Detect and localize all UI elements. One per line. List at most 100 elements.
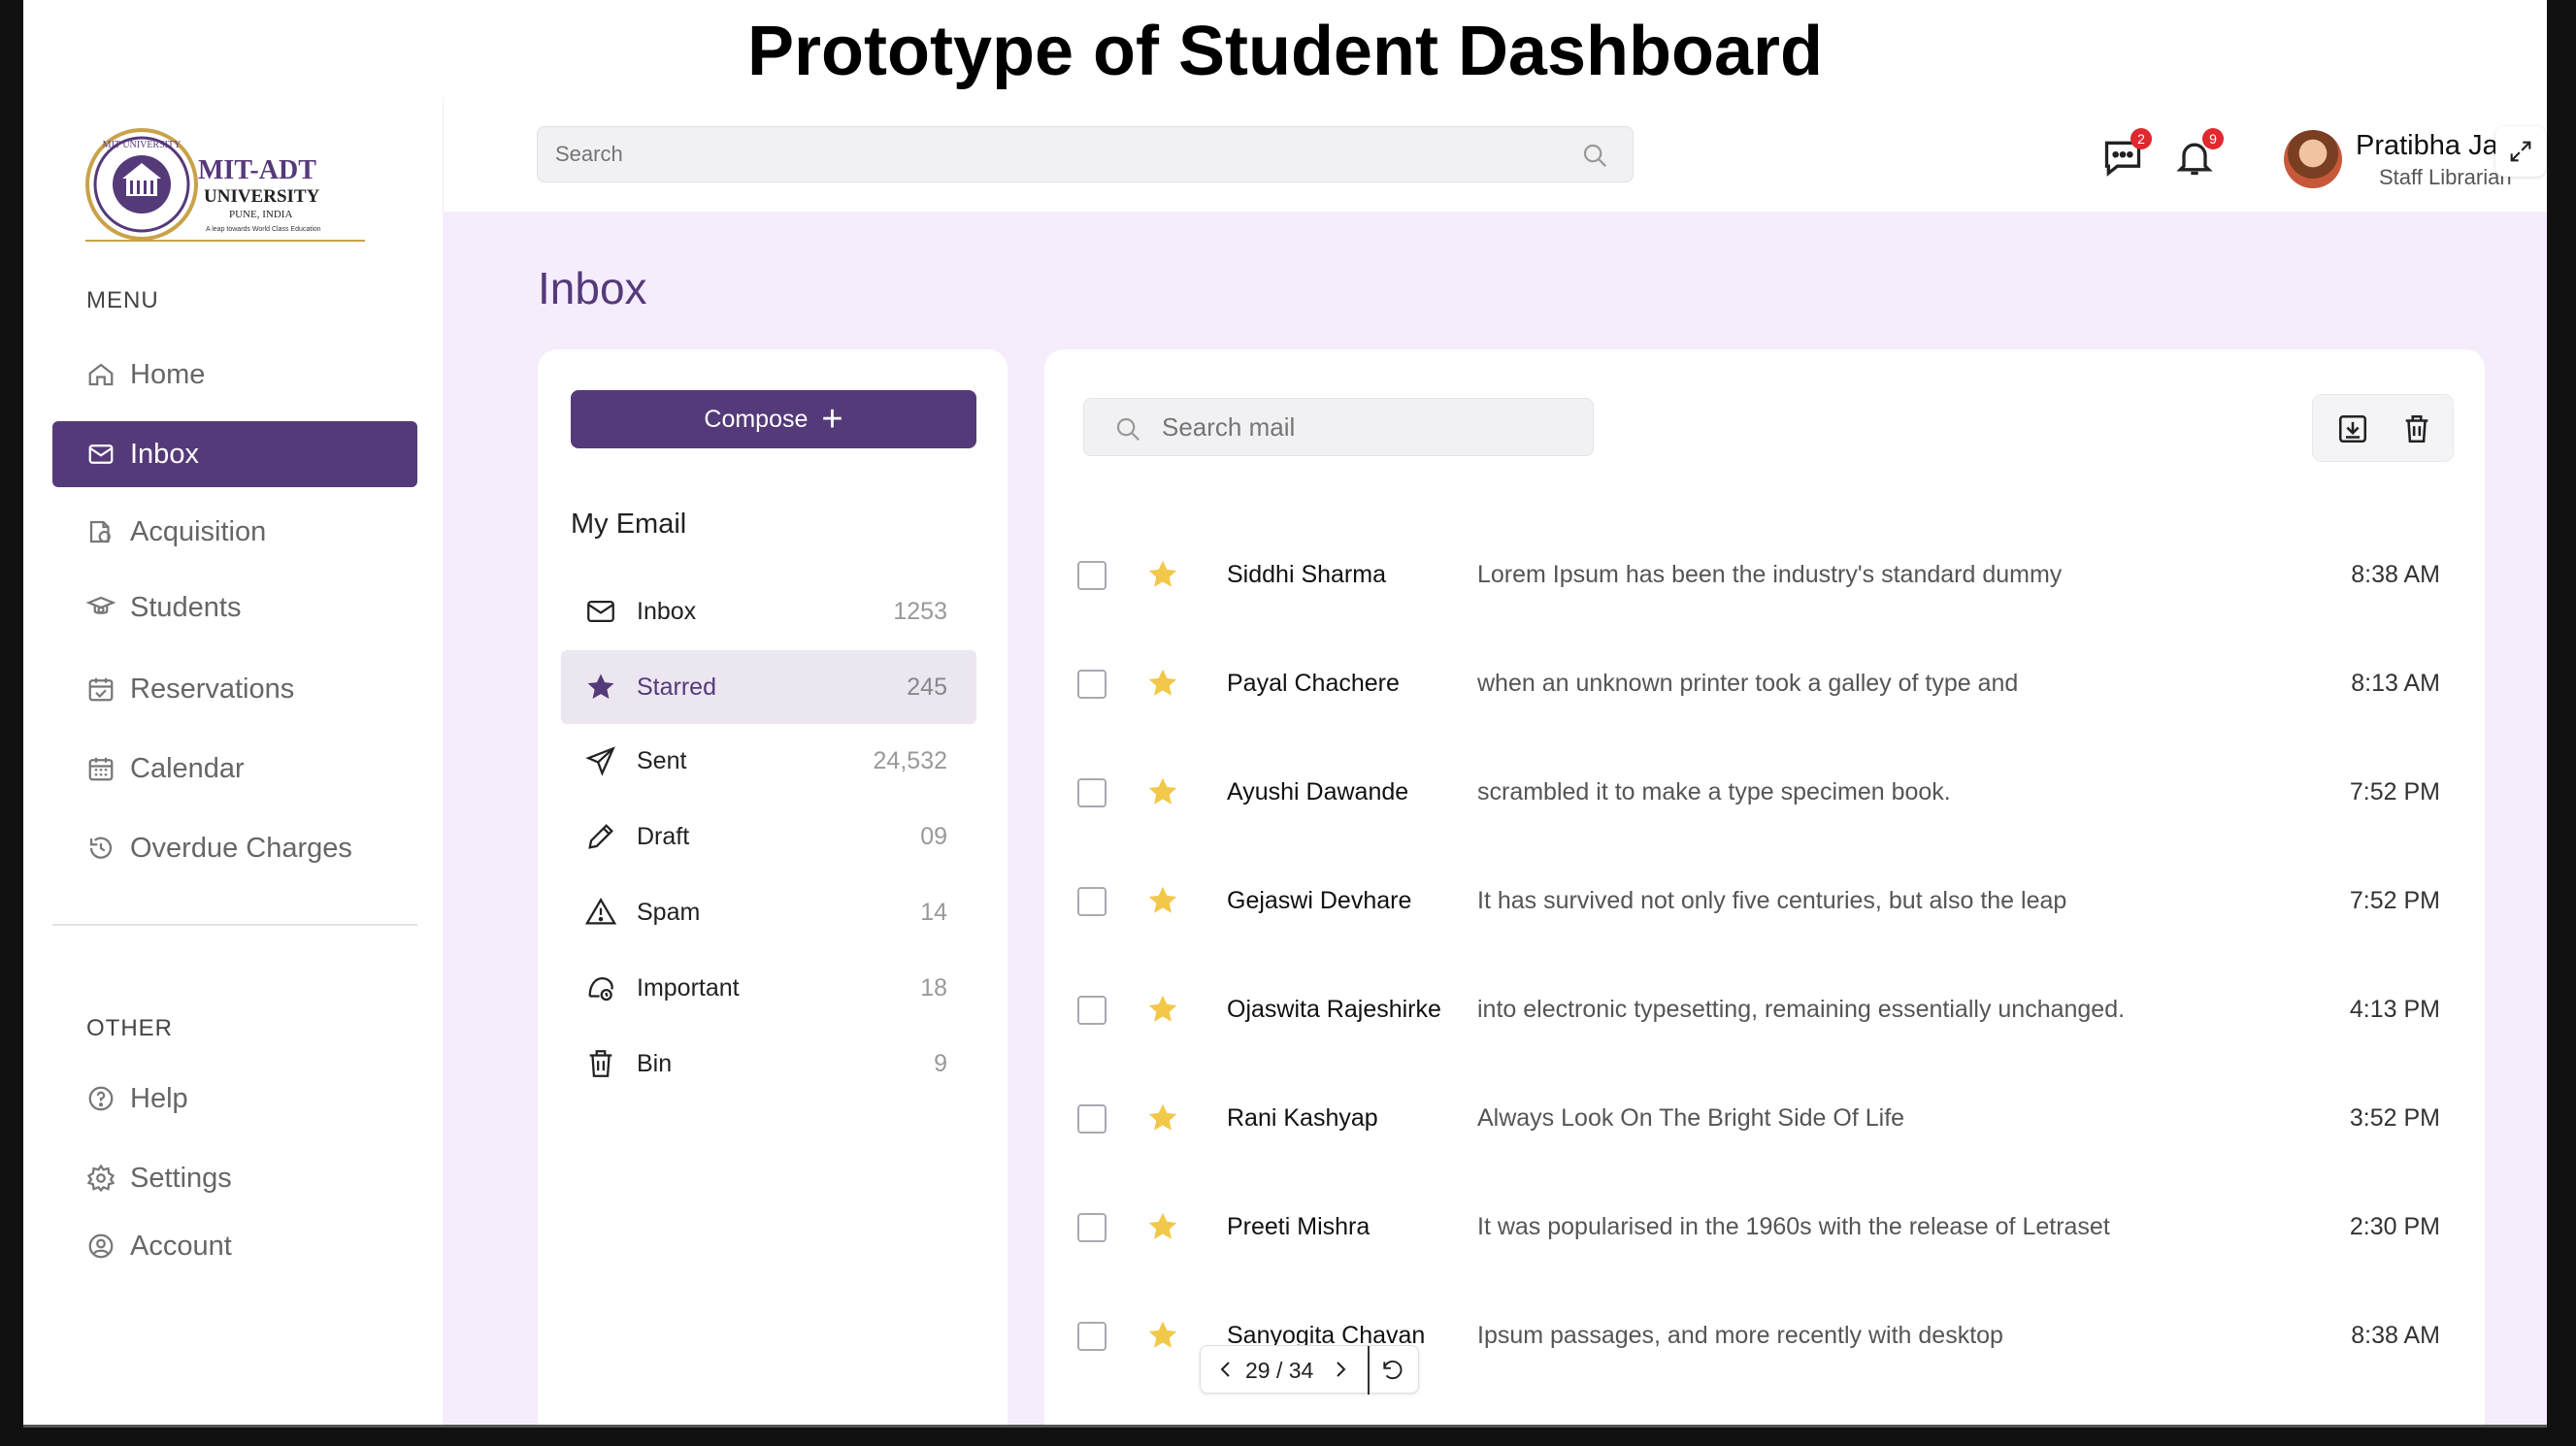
star-icon[interactable]	[1145, 992, 1180, 1027]
folder-draft[interactable]: Draft 09	[561, 800, 976, 873]
notifications-button[interactable]: 9	[2173, 128, 2224, 179]
expand-button[interactable]	[2495, 126, 2546, 177]
row-checkbox[interactable]	[1077, 1104, 1106, 1134]
row-checkbox[interactable]	[1077, 887, 1106, 916]
message-subject: It has survived not only five centuries,…	[1477, 887, 2067, 914]
student-icon	[85, 592, 116, 623]
folder-name: Inbox	[637, 597, 697, 625]
mail-icon	[85, 439, 116, 470]
folder-starred[interactable]: Starred 245	[561, 650, 976, 724]
star-icon[interactable]	[1145, 1318, 1180, 1353]
sidebar-item-label: Home	[130, 358, 206, 390]
sidebar-item-students[interactable]: Students	[52, 575, 417, 641]
compose-button[interactable]: Compose +	[571, 390, 976, 448]
reservation-icon	[85, 674, 116, 705]
svg-text:PUNE, INDIA: PUNE, INDIA	[229, 209, 292, 220]
search-icon	[1116, 417, 1140, 442]
sidebar-item-acquisition[interactable]: Acquisition	[52, 499, 417, 565]
pencil-icon	[588, 824, 613, 849]
chevron-right-icon[interactable]	[1329, 1358, 1352, 1381]
sidebar-item-help[interactable]: Help	[52, 1066, 417, 1132]
folder-important[interactable]: Important 18	[561, 951, 976, 1025]
message-row[interactable]: Payal Chachere when an unknown printer t…	[1044, 635, 2485, 732]
sidebar-item-home[interactable]: Home	[52, 342, 417, 408]
message-row[interactable]: Rani Kashyap Always Look On The Bright S…	[1044, 1069, 2485, 1167]
message-row[interactable]: Gejaswi Devhare It has survived not only…	[1044, 852, 2485, 949]
page-indicator: 29 / 34	[1245, 1358, 1314, 1383]
star-icon[interactable]	[1145, 666, 1180, 701]
compose-label: Compose	[704, 405, 809, 433]
row-checkbox[interactable]	[1077, 670, 1106, 699]
row-checkbox[interactable]	[1077, 778, 1106, 807]
plus-icon: +	[821, 399, 843, 440]
messages-button[interactable]: 2	[2101, 128, 2152, 179]
mail-search-input[interactable]	[1162, 399, 1569, 455]
rotate-icon[interactable]	[1379, 1358, 1406, 1383]
my-email-heading: My Email	[571, 509, 687, 540]
message-actions	[2312, 394, 2454, 462]
message-row[interactable]: Siddhi Sharma Lorem Ipsum has been the i…	[1044, 526, 2485, 623]
sidebar-item-overdue-charges[interactable]: Overdue Charges	[52, 815, 417, 881]
star-icon[interactable]	[1145, 1209, 1180, 1244]
sidebar-item-inbox[interactable]: Inbox	[52, 421, 417, 487]
message-sender: Ayushi Dawande	[1227, 778, 1409, 805]
folder-name: Spam	[637, 898, 701, 926]
folder-inbox[interactable]: Inbox 1253	[561, 575, 976, 648]
message-time: 7:52 PM	[2349, 778, 2440, 805]
row-checkbox[interactable]	[1077, 1213, 1106, 1242]
message-row[interactable]: Ojaswita Rajeshirke into electronic type…	[1044, 961, 2485, 1058]
mail-search[interactable]	[1083, 398, 1594, 456]
folder-sent[interactable]: Sent 24,532	[561, 724, 976, 798]
message-sender: Rani Kashyap	[1227, 1104, 1378, 1132]
sidebar-item-label: Help	[130, 1082, 188, 1114]
sidebar-divider	[52, 924, 417, 926]
sidebar-item-label: Inbox	[130, 438, 199, 470]
sidebar-item-label: Reservations	[130, 673, 295, 705]
university-logo[interactable]: MIT UNIVERSITY MIT-ADT UNIVERSITY PUNE, …	[83, 126, 375, 243]
star-icon	[587, 674, 614, 700]
sidebar-item-settings[interactable]: Settings	[52, 1145, 417, 1211]
download-icon[interactable]	[2336, 412, 2369, 445]
user-name[interactable]: Pratibha Ja	[2356, 130, 2511, 162]
header-search[interactable]	[537, 126, 1634, 182]
folder-name: Starred	[637, 673, 716, 701]
folder-name: Important	[637, 973, 740, 1002]
star-icon[interactable]	[1145, 883, 1180, 918]
app-frame: Prototype of Student Dashboard MIT UNIVE…	[23, 0, 2547, 1425]
trash-icon[interactable]	[2400, 412, 2433, 445]
message-time: 3:52 PM	[2349, 1104, 2440, 1132]
row-checkbox[interactable]	[1077, 561, 1106, 590]
message-time: 2:30 PM	[2349, 1213, 2440, 1240]
sidebar-item-reservations[interactable]: Reservations	[52, 656, 417, 722]
notifications-badge: 9	[2202, 128, 2224, 149]
message-subject: It was popularised in the 1960s with the…	[1477, 1213, 2110, 1240]
message-row[interactable]: Preeti Mishra It was popularised in the …	[1044, 1178, 2485, 1275]
chevron-left-icon[interactable]	[1214, 1358, 1238, 1381]
home-icon	[85, 359, 116, 390]
star-icon[interactable]	[1145, 1101, 1180, 1135]
sidebar-item-calendar[interactable]: Calendar	[52, 736, 417, 802]
folder-count: 18	[920, 973, 947, 1002]
pager-separator	[1368, 1346, 1370, 1395]
folder-bin[interactable]: Bin 9	[561, 1027, 976, 1101]
row-checkbox[interactable]	[1077, 996, 1106, 1025]
message-row[interactable]: Ayushi Dawande scrambled it to make a ty…	[1044, 743, 2485, 840]
sidebar-item-account[interactable]: Account	[52, 1213, 417, 1279]
folder-spam[interactable]: Spam 14	[561, 875, 976, 949]
message-subject: Ipsum passages, and more recently with d…	[1477, 1322, 2003, 1349]
message-time: 7:52 PM	[2349, 887, 2440, 914]
account-icon	[85, 1231, 116, 1262]
star-icon[interactable]	[1145, 557, 1180, 592]
main-content: Inbox Compose + My Email Inbox 1253 Star…	[443, 212, 2547, 1425]
warning-icon	[584, 898, 617, 925]
message-sender: Gejaswi Devhare	[1227, 887, 1412, 914]
folder-count: 24,532	[873, 746, 947, 774]
expand-icon	[2510, 141, 2531, 162]
search-icon[interactable]	[1580, 141, 1609, 170]
avatar[interactable]	[2284, 130, 2342, 188]
gear-icon	[85, 1163, 116, 1194]
row-checkbox[interactable]	[1077, 1322, 1106, 1351]
star-icon[interactable]	[1145, 774, 1180, 809]
header-search-input[interactable]	[555, 127, 1545, 181]
calendar-icon	[85, 753, 116, 784]
